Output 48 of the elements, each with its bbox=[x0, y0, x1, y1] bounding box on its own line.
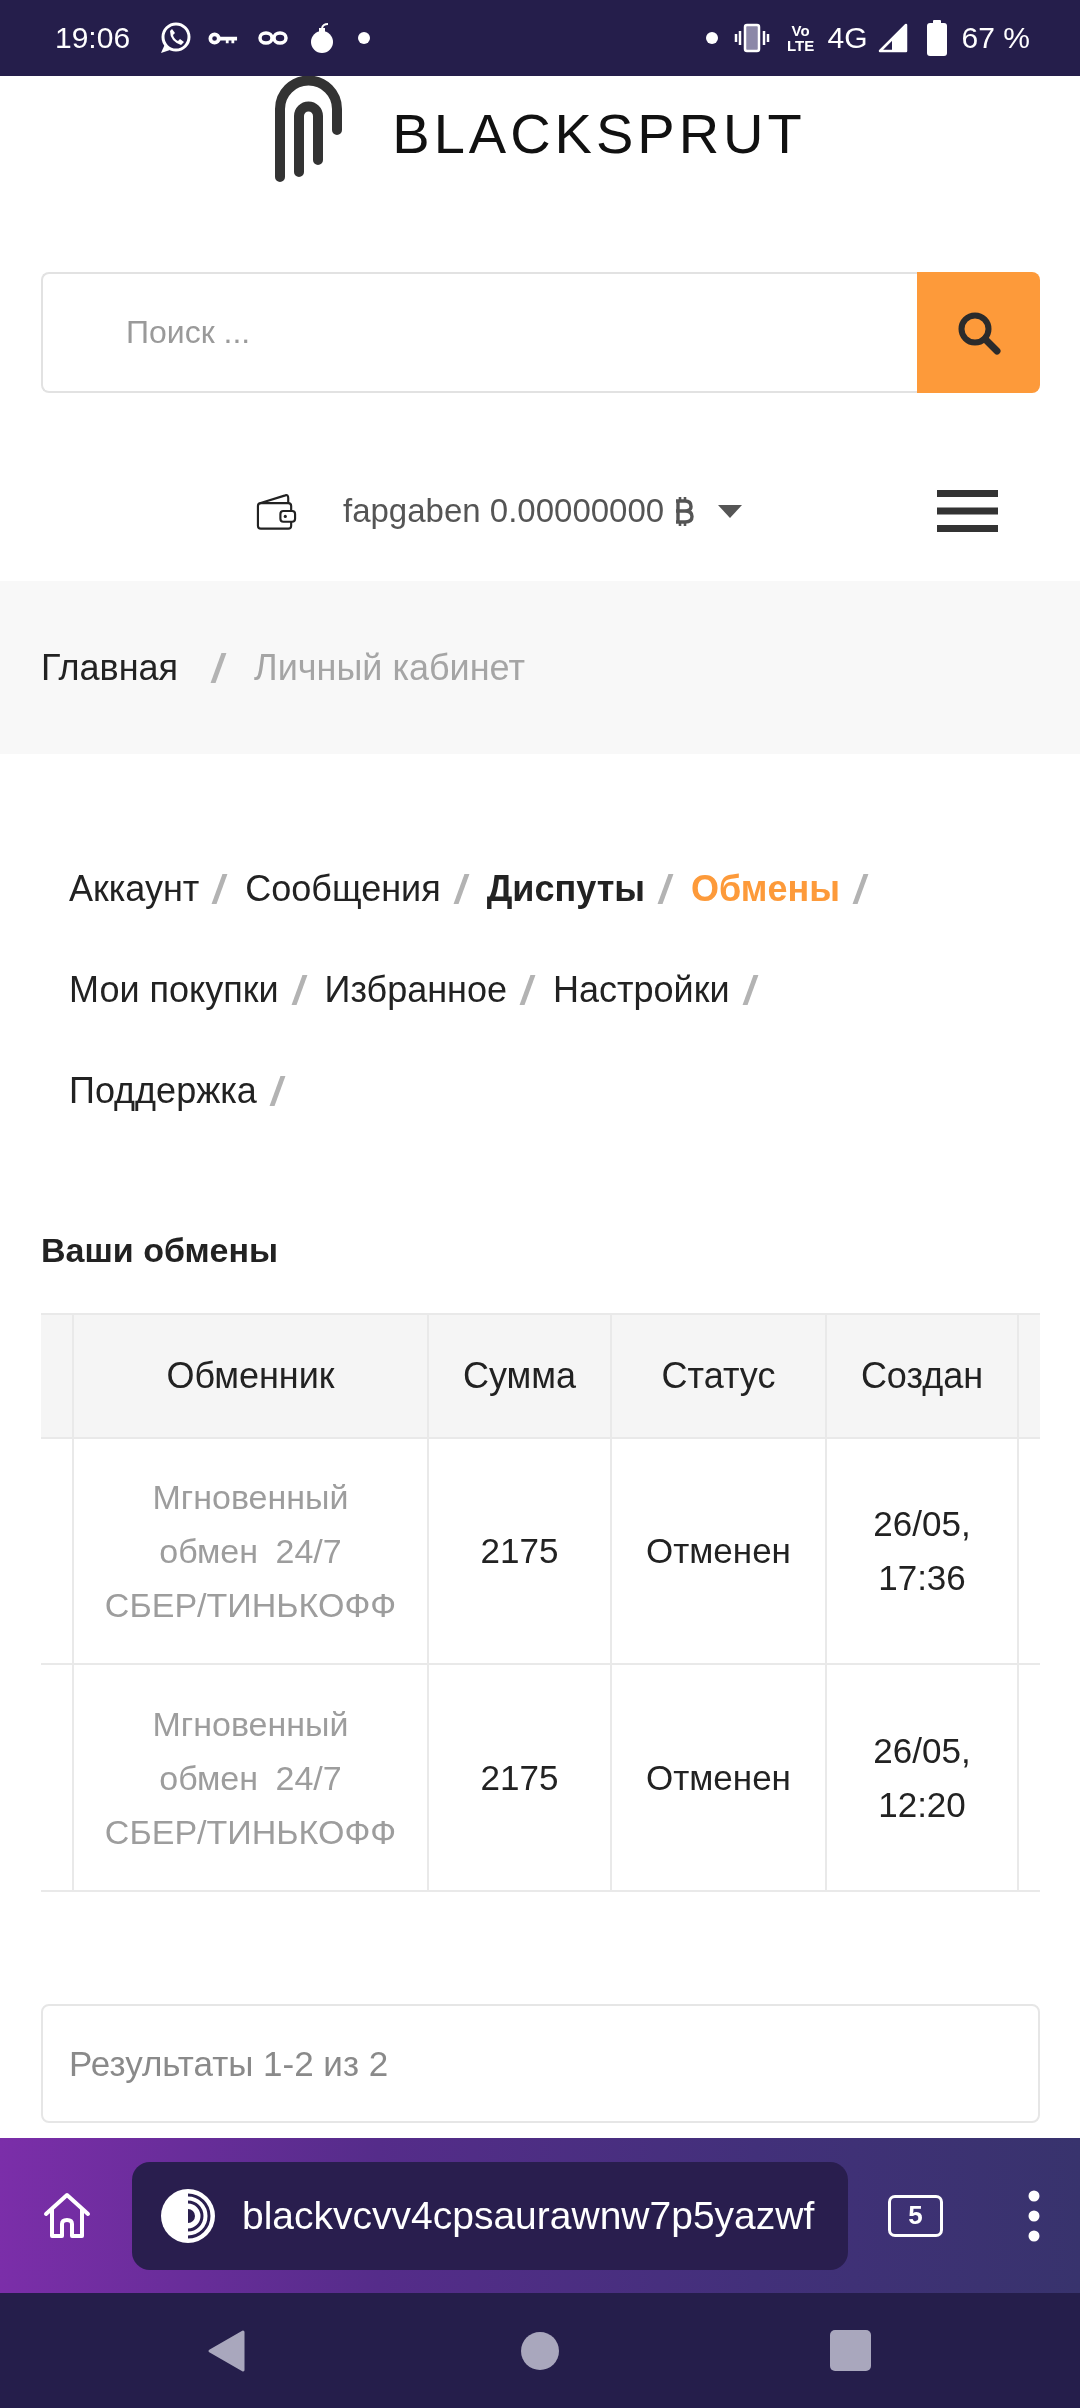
logo-icon bbox=[274, 76, 345, 182]
menu-icon[interactable] bbox=[937, 490, 998, 532]
more-options-icon[interactable] bbox=[1028, 2189, 1040, 2242]
table-cell-text: 26/05, 17:36 bbox=[872, 1503, 972, 1599]
dot-icon bbox=[705, 32, 718, 44]
search-field[interactable]: Поиск ... bbox=[41, 272, 917, 393]
nav-link[interactable]: Избранное bbox=[324, 970, 507, 1010]
nav-link[interactable]: Аккаунт bbox=[69, 869, 200, 909]
address-bar[interactable]: blackvcvv4cpsaurawnw7p5yazwf bbox=[132, 2161, 848, 2270]
chat-icon bbox=[158, 21, 193, 55]
wallet-icon bbox=[255, 491, 298, 531]
breadcrumb-link[interactable]: Главная bbox=[41, 646, 179, 689]
volte-label: Vo LTE bbox=[785, 23, 816, 53]
status-time: 19:06 bbox=[55, 21, 131, 55]
nav-link[interactable]: Диспуты bbox=[486, 869, 646, 909]
onion-icon bbox=[160, 2187, 216, 2244]
table-cell-text: Отменен bbox=[646, 1756, 791, 1799]
vibrate-icon bbox=[733, 23, 770, 53]
table-cell-text: 26/05, 12:20 bbox=[872, 1729, 972, 1826]
account-balance[interactable]: fapgaben 0.00000000 bbox=[343, 491, 665, 531]
breadcrumb-current: Личный кабинет bbox=[254, 646, 525, 689]
table-cell-text: 2175 bbox=[480, 1530, 559, 1572]
battery-percent: 67 % bbox=[961, 21, 1030, 55]
back-icon[interactable] bbox=[207, 2328, 245, 2373]
search-button[interactable] bbox=[917, 272, 1040, 393]
column-header[interactable]: Сумма bbox=[462, 1355, 577, 1397]
signal-icon bbox=[877, 23, 908, 53]
home-circle-icon[interactable] bbox=[521, 2331, 559, 2370]
bomb-icon bbox=[310, 23, 335, 53]
table-cell-text: Отменен bbox=[646, 1530, 791, 1572]
nav-link[interactable]: Сообщения bbox=[245, 869, 441, 909]
results-count: Результаты 1-2 из 2 bbox=[41, 2004, 1040, 2123]
battery-icon bbox=[925, 20, 948, 56]
column-header[interactable]: Создан bbox=[860, 1355, 984, 1397]
nav-link[interactable]: Поддержка bbox=[69, 1071, 257, 1111]
key-icon bbox=[208, 30, 239, 46]
tab-count-button[interactable]: 5 bbox=[888, 2194, 943, 2237]
column-header[interactable]: Статус bbox=[661, 1355, 776, 1397]
nav-link[interactable]: Настройки bbox=[553, 970, 730, 1010]
logo-text: BLACKSPRUT bbox=[392, 106, 806, 167]
nav-link[interactable]: Мои покупки bbox=[69, 970, 279, 1010]
mask-icon bbox=[258, 30, 289, 46]
network-type: 4G bbox=[827, 21, 868, 55]
caret-icon[interactable] bbox=[718, 504, 743, 518]
column-header[interactable]: Обменник bbox=[166, 1355, 335, 1397]
section-title: Ваши обмены bbox=[41, 1230, 279, 1270]
dot-icon bbox=[358, 32, 371, 44]
table-cell-text: 2175 bbox=[480, 1756, 559, 1799]
